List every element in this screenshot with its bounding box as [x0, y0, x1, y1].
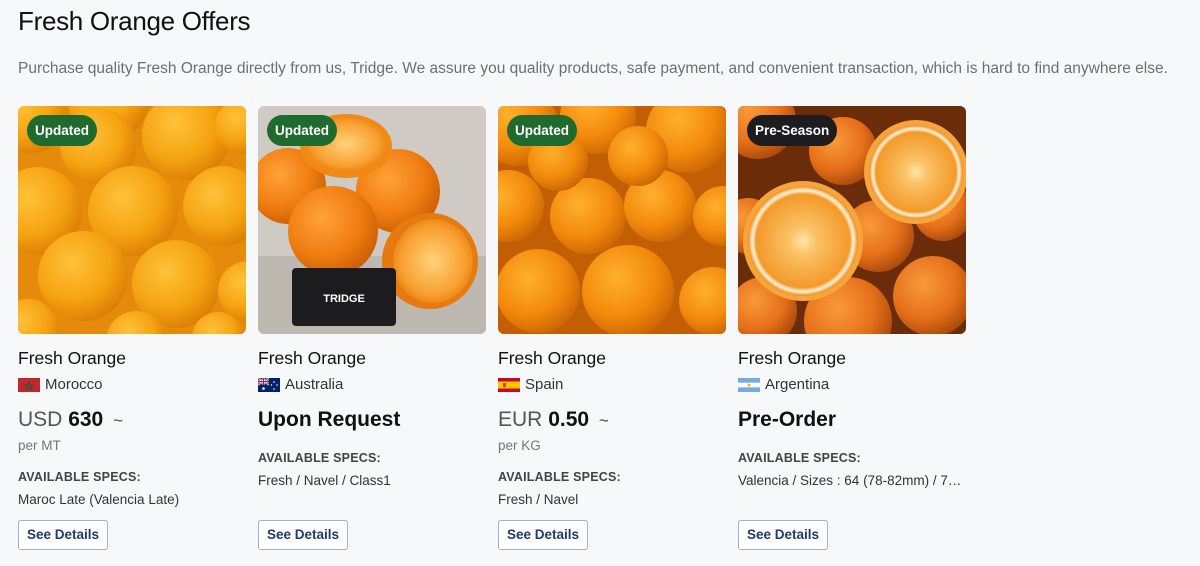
country-name: Spain [525, 376, 564, 393]
status-badge: Pre-Season [747, 115, 838, 146]
price: Upon Request [258, 408, 401, 431]
product-name[interactable]: Fresh Orange [18, 348, 126, 369]
spain-flag-icon [498, 377, 520, 392]
price-tilde: ~ [113, 411, 124, 430]
country-name: Morocco [45, 376, 103, 393]
price-amount: 0.50 [548, 408, 590, 431]
price-currency: EUR [498, 408, 543, 431]
product-image[interactable]: Updated [18, 106, 246, 334]
specs-value: Fresh / Navel [498, 492, 579, 507]
origin-country: Spain [498, 376, 563, 393]
morocco-flag-icon [18, 377, 40, 392]
specs-value: Maroc Late (Valencia Late) [18, 492, 180, 507]
country-name: Australia [285, 376, 344, 393]
product-image[interactable]: TRIDGE Updated [258, 106, 486, 334]
product-image[interactable]: Pre-Season [738, 106, 966, 334]
product-name[interactable]: Fresh Orange [738, 348, 846, 369]
price-amount: 630 [68, 408, 104, 431]
price-tilde: ~ [598, 411, 609, 430]
offer-card-australia[interactable]: TRIDGE Updated Fresh Orange Australia Up… [258, 106, 486, 550]
origin-country: Australia [258, 376, 343, 393]
australia-flag-icon [258, 377, 280, 392]
offer-card-argentina[interactable]: Pre-Season Fresh Orange Argentina Pre-Or… [738, 106, 966, 550]
price-currency: USD [18, 408, 63, 431]
specs-label: AVAILABLE SPECS: [498, 470, 621, 484]
tridge-card-label: TRIDGE [323, 293, 365, 305]
specs-label: AVAILABLE SPECS: [258, 451, 381, 465]
price: USD 630 ~ [18, 408, 123, 432]
offer-card-morocco[interactable]: Updated Fresh Orange Morocco USD 630 ~ p… [18, 106, 246, 550]
country-name: Argentina [765, 376, 830, 393]
product-name[interactable]: Fresh Orange [258, 348, 366, 369]
specs-value: Valencia / Sizes : 64 (78-82mm) / 72 (74… [738, 473, 964, 488]
price: Pre-Order [738, 408, 837, 431]
price-unit: per MT [18, 438, 61, 453]
page-title: Fresh Orange Offers [18, 6, 251, 36]
product-name[interactable]: Fresh Orange [498, 348, 606, 369]
status-badge: Updated [507, 115, 577, 146]
origin-country: Argentina [738, 376, 829, 393]
specs-value: Fresh / Navel / Class1 [258, 473, 391, 488]
price-unit: per KG [498, 438, 541, 453]
specs-label: AVAILABLE SPECS: [18, 470, 141, 484]
see-details-button[interactable]: See Details [738, 520, 829, 550]
page-description: Purchase quality Fresh Orange directly f… [18, 60, 1168, 77]
offer-card-spain[interactable]: Updated Fresh Orange Spain EUR 0.50 ~ pe… [498, 106, 726, 550]
price: EUR 0.50 ~ [498, 408, 609, 432]
status-badge: Updated [27, 115, 97, 146]
see-details-button[interactable]: See Details [18, 520, 109, 550]
argentina-flag-icon [738, 377, 760, 392]
see-details-button[interactable]: See Details [258, 520, 349, 550]
product-image[interactable]: Updated [498, 106, 726, 334]
status-badge: Updated [267, 115, 337, 146]
see-details-button[interactable]: See Details [498, 520, 589, 550]
origin-country: Morocco [18, 376, 103, 393]
specs-label: AVAILABLE SPECS: [738, 451, 861, 465]
